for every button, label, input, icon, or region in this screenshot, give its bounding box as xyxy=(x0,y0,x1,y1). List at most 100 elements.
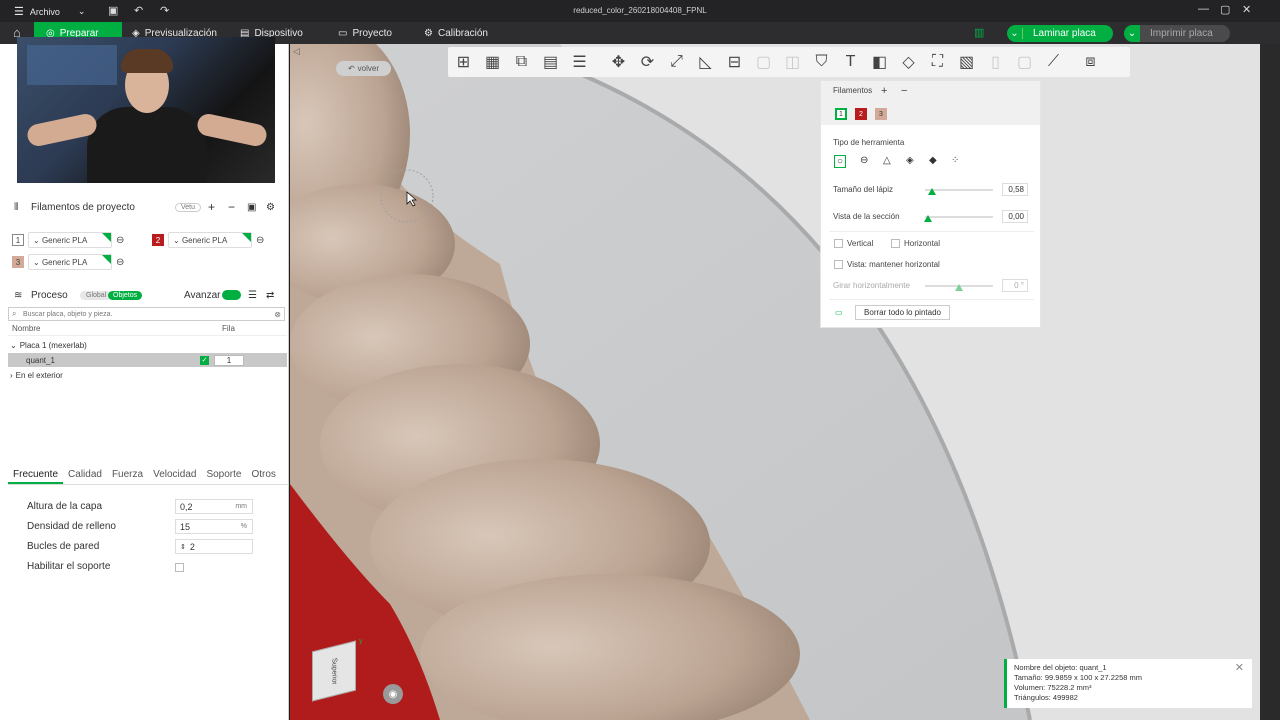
fill-tool-icon[interactable]: ◆ xyxy=(929,155,937,166)
section-view-knob[interactable] xyxy=(924,215,932,222)
gap-fill-icon[interactable]: ⁘ xyxy=(951,155,959,166)
ruler-icon[interactable]: ⟋ xyxy=(1042,51,1065,74)
filament-select[interactable]: ⌄ Generic PLA xyxy=(28,254,112,270)
rotate-icon[interactable]: ⟳ xyxy=(636,51,659,74)
plate-icon[interactable]: ▥ xyxy=(974,26,984,39)
add-object-icon[interactable]: ⊞ xyxy=(452,51,475,74)
tab-frecuente[interactable]: Frecuente xyxy=(8,469,64,484)
move-icon[interactable]: ✥ xyxy=(607,51,630,74)
list-icon[interactable]: ☰ xyxy=(248,290,257,301)
horizontal-checkbox[interactable] xyxy=(891,239,900,248)
layer-height-input[interactable]: 0,2 mm xyxy=(175,499,253,514)
cube-icon[interactable]: ◇ xyxy=(897,51,920,74)
fuzzy-icon[interactable]: ▢ xyxy=(1013,51,1036,74)
tab-calibration[interactable]: ⚙ Calibración xyxy=(424,22,488,44)
filament-corner-icon xyxy=(102,233,111,242)
3d-viewport[interactable]: ◁ xyxy=(290,44,1260,720)
filament-edit-icon[interactable]: ⊖ xyxy=(256,235,264,246)
clear-painting-button[interactable]: Borrar todo lo pintado xyxy=(855,305,950,320)
paint-swatch[interactable]: 1 xyxy=(835,108,847,120)
add-filament-icon[interactable]: + xyxy=(208,200,215,214)
keyboard-icon[interactable]: ▭ xyxy=(835,308,843,317)
filament-select[interactable]: ⌄ Generic PLA xyxy=(28,232,112,248)
filament-settings-icon[interactable]: ⚙ xyxy=(266,202,275,213)
print-plate-button[interactable]: ⌄ Imprimir placa xyxy=(1124,25,1230,42)
compare-icon[interactable]: ⇄ xyxy=(266,290,274,301)
rotate-input[interactable]: 0 ° xyxy=(1002,279,1028,292)
cut-icon[interactable]: ⊟ xyxy=(723,51,746,74)
scale-icon[interactable]: ⤢ xyxy=(665,51,688,74)
filaments-badge[interactable]: Vetu xyxy=(175,202,202,212)
slice-plate-button[interactable]: ⌄ Laminar placa xyxy=(1007,25,1113,42)
maximize-icon[interactable]: ▢ xyxy=(1220,3,1230,16)
grid-icon[interactable]: ▦ xyxy=(481,51,504,74)
plate-row[interactable]: ⌄ Placa 1 (mexerlab) xyxy=(8,338,287,352)
filament-sync-icon[interactable]: ▣ xyxy=(247,202,256,213)
left-sidebar: ⦀ Filamentos de proyecto Vetu + − ▣ ⚙ 1 … xyxy=(0,37,289,720)
assembly-icon[interactable]: ⧈ xyxy=(1079,51,1102,74)
keep-horizontal-checkbox[interactable] xyxy=(834,260,843,269)
filament-item[interactable]: 3 ⌄ Generic PLA ⊖ xyxy=(12,254,124,270)
clear-search-icon[interactable]: ⊗ xyxy=(274,310,281,319)
stepper-icon[interactable]: ⇕ xyxy=(180,543,186,551)
col-fila: Fila xyxy=(222,324,235,333)
enable-support-checkbox[interactable] xyxy=(175,563,184,572)
height-range-icon[interactable]: ◈ xyxy=(906,155,914,166)
camera-view-icon[interactable]: ◉ xyxy=(383,684,403,704)
tab-calidad[interactable]: Calidad xyxy=(63,469,107,484)
filament-corner-icon xyxy=(102,255,111,264)
minimize-icon[interactable]: — xyxy=(1198,3,1209,15)
wall-loops-input[interactable]: ⇕ 2 xyxy=(175,539,253,554)
remove-filament-icon[interactable]: − xyxy=(228,200,235,214)
circle-tool-icon[interactable]: ○ xyxy=(834,155,847,168)
pen-size-knob[interactable] xyxy=(928,188,936,195)
auto-orient-icon[interactable]: ⧉ xyxy=(510,51,533,74)
tab-fuerza[interactable]: Fuerza xyxy=(107,469,148,484)
filament-select[interactable]: ⌄ Generic PLA xyxy=(168,232,252,248)
filament-item[interactable]: 2 ⌄ Generic PLA ⊖ xyxy=(152,232,264,248)
filament-edit-icon[interactable]: ⊖ xyxy=(116,257,124,268)
object-search-input[interactable]: ⌕ Buscar placa, objeto y pieza. ⊗ xyxy=(8,307,285,321)
paint-swatch[interactable]: 2 xyxy=(855,108,867,120)
webcam-overlay xyxy=(17,37,275,183)
support-paint-icon[interactable]: ◫ xyxy=(781,51,804,74)
panel-divider xyxy=(829,299,1034,300)
rotate-knob[interactable] xyxy=(955,284,963,291)
measure-box-icon[interactable]: ⛶ xyxy=(926,51,949,74)
svg-icon[interactable]: ◧ xyxy=(868,51,891,74)
advanced-switch[interactable] xyxy=(222,290,241,300)
infill-density-input[interactable]: 15% xyxy=(175,519,253,534)
filament-item[interactable]: 1 ⌄ Generic PLA ⊖ xyxy=(12,232,124,248)
object-visible-checkbox[interactable]: ✓ xyxy=(200,355,209,365)
lay-on-face-icon[interactable]: ◺ xyxy=(694,51,717,74)
vertical-checkbox[interactable] xyxy=(834,239,843,248)
outside-row[interactable]: › En el exterior xyxy=(8,368,287,382)
filament-edit-icon[interactable]: ⊖ xyxy=(116,235,124,246)
section-view-slider[interactable] xyxy=(925,216,993,218)
triangle-tool-icon[interactable]: △ xyxy=(883,155,891,166)
text-icon[interactable]: T xyxy=(839,51,862,74)
tab-project[interactable]: ▭ Proyecto xyxy=(338,22,392,44)
paint-swatch[interactable]: 3 xyxy=(875,108,887,120)
close-icon[interactable]: ✕ xyxy=(1242,3,1251,16)
seam-icon[interactable]: ▯ xyxy=(984,51,1007,74)
pen-size-input[interactable]: 0,58 xyxy=(1002,183,1028,196)
stack-icon[interactable]: ▧ xyxy=(955,51,978,74)
collapse-panel-icon[interactable]: ◁ xyxy=(293,46,300,57)
arrange-icon[interactable]: ▤ xyxy=(539,51,562,74)
back-button[interactable]: ↶ volver xyxy=(336,61,391,76)
close-info-icon[interactable]: ✕ xyxy=(1235,663,1244,674)
tab-velocidad[interactable]: Velocidad xyxy=(148,469,201,484)
object-fila-input[interactable]: 1 xyxy=(214,354,244,366)
add-paint-filament-icon[interactable]: + xyxy=(881,85,887,97)
object-row[interactable]: quant_1 ✓ 1 xyxy=(8,353,287,367)
section-view-input[interactable]: 0,00 xyxy=(1002,210,1028,223)
sphere-tool-icon[interactable]: ⊖ xyxy=(860,155,868,166)
objects-toggle[interactable]: Objetos xyxy=(108,290,143,300)
boolean-icon[interactable]: ▢ xyxy=(752,51,775,74)
remove-paint-filament-icon[interactable]: − xyxy=(901,85,907,97)
color-paint-icon[interactable]: ⛉ xyxy=(810,51,833,74)
layers-list-icon[interactable]: ☰ xyxy=(568,51,591,74)
tab-otros[interactable]: Otros xyxy=(246,469,280,484)
tab-soporte[interactable]: Soporte xyxy=(201,469,246,484)
